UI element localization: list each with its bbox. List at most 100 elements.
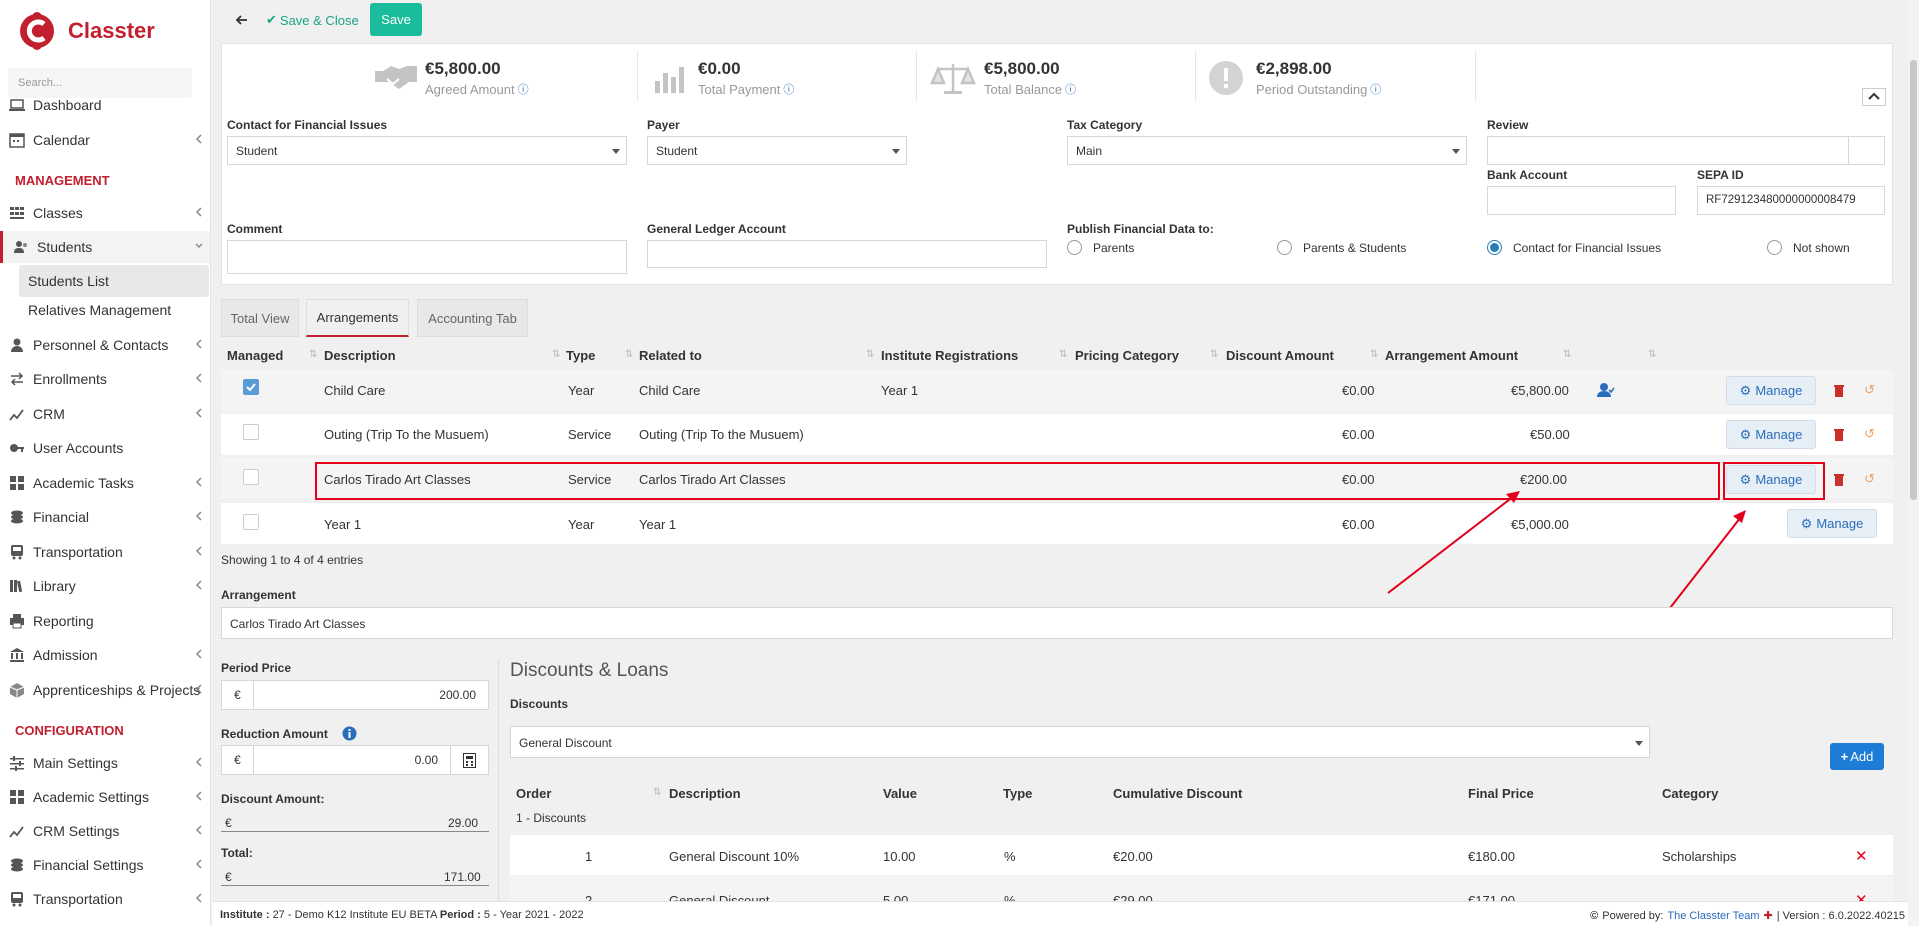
- managed-checkbox[interactable]: [243, 469, 259, 485]
- team-link[interactable]: The Classter Team: [1667, 910, 1759, 922]
- sort-icon[interactable]: ⇅: [866, 349, 874, 360]
- gl-account-input[interactable]: [647, 240, 1047, 268]
- col-related-to[interactable]: Related to: [639, 348, 702, 363]
- sepa-id-input[interactable]: RF729123480000000008479: [1697, 186, 1885, 215]
- col-managed[interactable]: Managed: [227, 348, 283, 363]
- sidebar-item-classes[interactable]: Classes: [0, 197, 210, 229]
- classter-logo[interactable]: Classter: [18, 8, 155, 54]
- sort-icon[interactable]: ⇅: [309, 349, 317, 360]
- sidebar-item-library[interactable]: Library: [0, 570, 210, 602]
- history-icon[interactable]: ↺: [1864, 471, 1875, 487]
- managed-checkbox[interactable]: [243, 514, 259, 530]
- sidebar-item-apprenticeships-projects[interactable]: Apprenticeships & Projects: [0, 674, 210, 706]
- info-circle-icon[interactable]: ⓘ: [783, 81, 794, 97]
- sort-icon[interactable]: ⇅: [1370, 349, 1378, 360]
- sidebar-item-personnel-contacts[interactable]: Personnel & Contacts: [0, 329, 210, 361]
- sidebar-item-admission[interactable]: Admission: [0, 639, 210, 671]
- col-description[interactable]: Description: [324, 348, 396, 363]
- col-order[interactable]: Order: [516, 786, 551, 801]
- sort-icon[interactable]: ⇅: [552, 349, 560, 360]
- trash-icon[interactable]: [1833, 472, 1845, 486]
- info-icon[interactable]: [342, 726, 357, 741]
- save-button[interactable]: Save: [370, 3, 422, 36]
- radio-parents-students[interactable]: Parents & Students: [1277, 240, 1406, 255]
- period-price-input[interactable]: € 200.00: [221, 680, 489, 710]
- sidebar-item-transportation[interactable]: Transportation: [0, 883, 210, 915]
- manage-button[interactable]: ⚙ Manage: [1726, 420, 1816, 449]
- col-type[interactable]: Type: [566, 348, 595, 363]
- sidebar-item-calendar[interactable]: Calendar: [0, 124, 210, 156]
- user-check-icon[interactable]: [1597, 382, 1615, 398]
- sort-icon[interactable]: ⇅: [1648, 349, 1656, 360]
- sort-icon[interactable]: ⇅: [1210, 349, 1218, 360]
- comment-input[interactable]: [227, 240, 627, 274]
- col-category[interactable]: Category: [1662, 786, 1718, 801]
- sidebar-item-reporting[interactable]: Reporting: [0, 605, 210, 637]
- manage-button[interactable]: ⚙ Manage: [1726, 376, 1816, 405]
- col-value[interactable]: Value: [883, 786, 917, 801]
- save-close-button[interactable]: ✔ Save & Close: [266, 9, 359, 31]
- sidebar-item-academic-tasks[interactable]: Academic Tasks: [0, 467, 210, 499]
- tab-accounting[interactable]: Accounting Tab: [417, 299, 528, 337]
- bank-account-input[interactable]: [1487, 186, 1676, 215]
- radio-parents[interactable]: Parents: [1067, 240, 1134, 255]
- sort-icon[interactable]: ⇅: [1059, 349, 1067, 360]
- radio-not-shown[interactable]: Not shown: [1767, 240, 1850, 255]
- radio-contact-financial[interactable]: Contact for Financial Issues: [1487, 240, 1661, 255]
- sidebar-item-enrollments[interactable]: Enrollments: [0, 363, 210, 395]
- history-icon[interactable]: ↺: [1864, 382, 1875, 398]
- trash-icon[interactable]: [1833, 383, 1845, 397]
- calculator-button[interactable]: [450, 745, 489, 775]
- sidebar-item-relatives-management[interactable]: Relatives Management: [0, 294, 210, 326]
- col-institute-registrations[interactable]: Institute Registrations: [881, 348, 1018, 363]
- col-pricing-category[interactable]: Pricing Category: [1075, 348, 1179, 363]
- review-input[interactable]: [1487, 136, 1849, 165]
- managed-checkbox[interactable]: [243, 379, 259, 395]
- table-row[interactable]: [221, 370, 1893, 411]
- table-row[interactable]: [221, 503, 1893, 544]
- discount-select[interactable]: General Discount: [510, 726, 1650, 758]
- col-final-price[interactable]: Final Price: [1468, 786, 1534, 801]
- col-arrangement-amount[interactable]: Arrangement Amount: [1385, 348, 1518, 363]
- sidebar-item-main-settings[interactable]: Main Settings: [0, 747, 210, 779]
- sidebar-item-crm[interactable]: CRM: [0, 398, 210, 430]
- sort-icon[interactable]: ⇅: [1563, 349, 1571, 360]
- reduction-amount-input[interactable]: € 0.00: [221, 745, 451, 775]
- col-discount-amount[interactable]: Discount Amount: [1226, 348, 1334, 363]
- sidebar-item-user-accounts[interactable]: User Accounts: [0, 432, 210, 464]
- payer-select[interactable]: Student: [647, 136, 907, 165]
- sidebar-item-students-list[interactable]: Students List: [19, 265, 209, 297]
- scrollbar-thumb[interactable]: [1910, 60, 1917, 500]
- sidebar-item-financial[interactable]: Financial: [0, 501, 210, 533]
- col-discount-description[interactable]: Description: [669, 786, 741, 801]
- cogs-icon: ⚙: [1739, 426, 1752, 442]
- add-discount-button[interactable]: + Add: [1830, 743, 1884, 770]
- col-discount-type[interactable]: Type: [1003, 786, 1032, 801]
- sort-icon[interactable]: ⇅: [653, 787, 661, 798]
- sidebar-item-transportation[interactable]: Transportation: [0, 536, 210, 568]
- divider: [221, 831, 489, 832]
- collapse-panel-button[interactable]: [1862, 88, 1886, 106]
- sidebar-item-students[interactable]: Students: [0, 231, 210, 263]
- tab-arrangements[interactable]: Arrangements: [306, 299, 409, 337]
- col-cumulative[interactable]: Cumulative Discount: [1113, 786, 1242, 801]
- tab-total-view[interactable]: Total View: [221, 299, 299, 337]
- info-circle-icon[interactable]: ⓘ: [1370, 81, 1381, 97]
- arrangement-input[interactable]: Carlos Tirado Art Classes: [221, 607, 1893, 639]
- sidebar-item-crm-settings[interactable]: CRM Settings: [0, 815, 210, 847]
- info-circle-icon[interactable]: ⓘ: [1065, 81, 1076, 97]
- trash-icon[interactable]: [1833, 427, 1845, 441]
- back-arrow-icon[interactable]: [232, 10, 252, 30]
- contact-financial-select[interactable]: Student: [227, 136, 627, 165]
- remove-x-icon[interactable]: ✕: [1855, 847, 1868, 865]
- sort-icon[interactable]: ⇅: [625, 349, 633, 360]
- info-circle-icon[interactable]: ⓘ: [518, 81, 529, 97]
- history-icon[interactable]: ↺: [1864, 426, 1875, 442]
- managed-checkbox[interactable]: [243, 424, 259, 440]
- sidebar-item-financial-settings[interactable]: Financial Settings: [0, 849, 210, 881]
- manage-button[interactable]: ⚙ Manage: [1787, 509, 1877, 538]
- sidebar-item-academic-settings[interactable]: Academic Settings: [0, 781, 210, 813]
- review-addon[interactable]: [1848, 136, 1885, 165]
- sidebar-item-dashboard[interactable]: Dashboard: [0, 89, 210, 121]
- tax-category-select[interactable]: Main: [1067, 136, 1467, 165]
